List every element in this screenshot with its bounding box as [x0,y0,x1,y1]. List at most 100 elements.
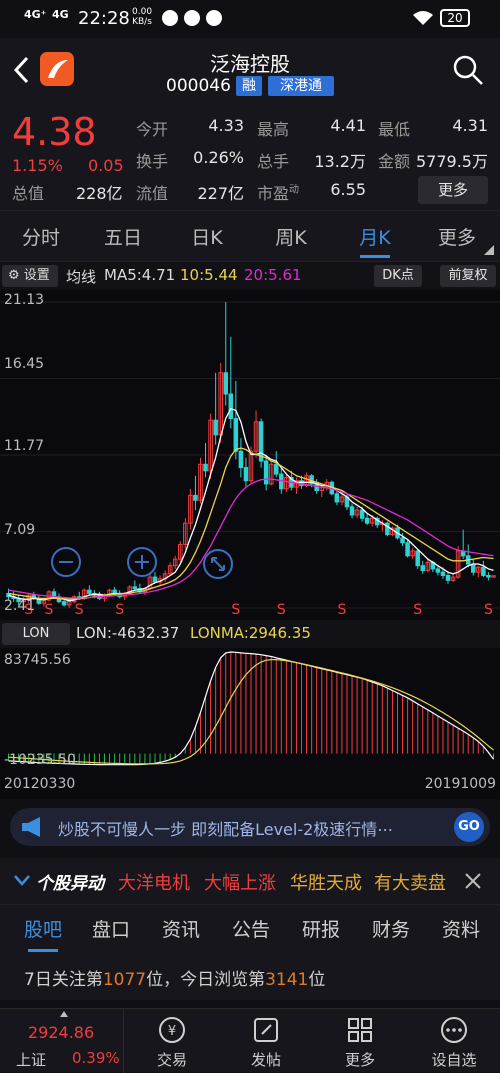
nav-more[interactable]: 更多 [330,1015,390,1070]
nav-add-watchlist[interactable]: 设自选 [424,1015,484,1070]
change-percent: 1.15% [12,156,63,175]
candle-body [486,574,491,578]
lon-chart: 83745.56 -10235.50 [0,648,500,773]
nav-trade[interactable]: ¥ 交易 [142,1015,202,1070]
y-tick-4: 7.09 [4,522,36,538]
candle-body [445,574,451,581]
tab-intraday[interactable]: 分时 [6,223,76,250]
lon-y-min: -10235.50 [4,752,76,768]
alert-event-1: 大幅上涨 [204,873,276,894]
kline-toolbar: ⚙ 设置 均线 MA5:4.71 10:5.44 20:5.61 DK点 前复权 [0,262,500,290]
candle-body [203,463,208,472]
nav-post[interactable]: 发帖 [236,1015,296,1070]
subtab-finance[interactable]: 财务 [372,915,410,942]
kline-chart[interactable]: SSSSSSSSS 21.13 16.45 11.77 7.09 2.41 [0,290,500,620]
subtab-research[interactable]: 研报 [302,915,340,942]
subtab-profile[interactable]: 资料 [442,915,480,942]
low-value: 4.31 [452,116,488,135]
stock-name: 泛海控股 [210,52,290,76]
tab-weekly-k[interactable]: 周K [256,223,326,250]
settings-button[interactable]: ⚙ 设置 [2,265,58,287]
volume-label: 总手 [257,152,290,171]
subtab-news[interactable]: 资讯 [162,915,200,942]
volume-value: 13.2万 [314,152,366,171]
margin-badge: 融 [236,76,262,96]
candle-body [364,517,370,524]
more-dots-icon [441,1017,467,1043]
status-bar: 4G⁺ 4G 22:28 0.00 KB/s 20 [0,0,500,38]
ma20-value: 20:5.61 [244,266,302,284]
sell-marker: S [277,602,286,618]
svg-text:¥: ¥ [168,1024,176,1039]
sell-marker: S [413,602,422,618]
stock-alert-bar[interactable]: 个股异动 大洋电机 大幅上涨 华胜天成 有大卖盘 [0,858,500,904]
tab-more[interactable]: 更多 [422,223,492,250]
pe-label: 市盈动 [257,184,300,203]
stock-header: 泛海控股 000046 融 深港通 [0,38,500,108]
trade-icon: ¥ [159,1017,185,1043]
subtab-forum[interactable]: 股吧 [24,915,62,942]
current-price: 4.38 [12,110,97,154]
sell-marker: S [231,602,240,618]
close-icon[interactable] [464,872,482,890]
lonma-value: LONMA:2946.35 [190,624,311,642]
candle-body [213,419,218,436]
zoom-out-icon[interactable] [50,546,82,578]
sell-marker: S [75,602,84,618]
subtab-announcements[interactable]: 公告 [232,915,270,942]
quote-panel: 4.38 1.15% 0.05 总值 228亿 今开 4.33 最高 4.41 … [0,108,500,210]
candle-body [440,571,446,576]
candle-body [61,601,67,606]
bottom-nav: 2924.86 上证 0.39% ¥ 交易 发帖 更多 设自选 [0,1008,500,1073]
float-cap-value: 227亿 [197,184,244,203]
search-icon[interactable] [452,54,484,86]
index-ticker[interactable]: 2924.86 上证 0.39% [0,1009,124,1073]
status-time: 22:28 [78,8,130,29]
dk-point-button[interactable]: DK点 [374,265,422,287]
candle-body [87,589,92,594]
float-cap-label: 流值 [136,184,169,203]
date-axis: 20120330 20191009 [0,773,500,799]
gear-icon: ⚙ [8,268,20,283]
adjust-button[interactable]: 前复权 [440,265,496,287]
turnover-value: 0.26% [193,148,244,167]
candle-body [471,563,476,573]
connect-badge: 深港通 [268,76,334,96]
sell-marker: S [484,602,493,618]
up-triangle-icon [60,1011,68,1017]
ma20-line [8,478,494,599]
index-name: 上证 [16,1051,47,1069]
candle-body [238,450,244,469]
tab-five-day[interactable]: 五日 [88,223,158,250]
alert-brand: 个股异动 [36,874,104,894]
chevron-down-icon[interactable] [14,875,30,887]
tab-monthly-k[interactable]: 月K [340,223,410,250]
open-value: 4.33 [208,116,244,135]
y-tick-3: 11.77 [4,438,45,454]
battery-icon: 20 [440,9,470,27]
lon-y-max: 83745.56 [4,652,71,668]
indicator-selector[interactable]: LON [2,623,70,645]
info-tabs: 股吧 盘口 资讯 公告 研报 财务 资料 [0,904,500,954]
low-label: 最低 [378,120,411,139]
candle-body [223,372,229,395]
turnover-label: 换手 [136,152,169,171]
tab-daily-k[interactable]: 日K [172,223,242,250]
fullscreen-icon[interactable] [202,548,234,580]
more-button[interactable]: 更多 [418,176,488,204]
subtab-orderbook[interactable]: 盘口 [92,915,130,942]
candle-body [243,467,249,482]
alert-stock-1: 大洋电机 [118,873,190,894]
market-cap-value: 228亿 [76,184,123,203]
period-tabs: 分时 五日 日K 周K 月K 更多 [0,210,500,262]
sell-marker: S [44,602,53,618]
go-button[interactable]: GO [454,812,484,842]
candle-body [420,565,426,572]
candle-body [349,506,355,516]
candle-body [481,566,486,576]
amount-label: 金额 [378,152,411,171]
candle-body [359,509,365,519]
lon-value: LON:-4632.37 [76,624,180,642]
zoom-in-icon[interactable] [126,546,158,578]
promo-banner[interactable]: 炒股不可慢人一步 即刻配备Level-2极速行情⋯ GO [10,808,490,846]
